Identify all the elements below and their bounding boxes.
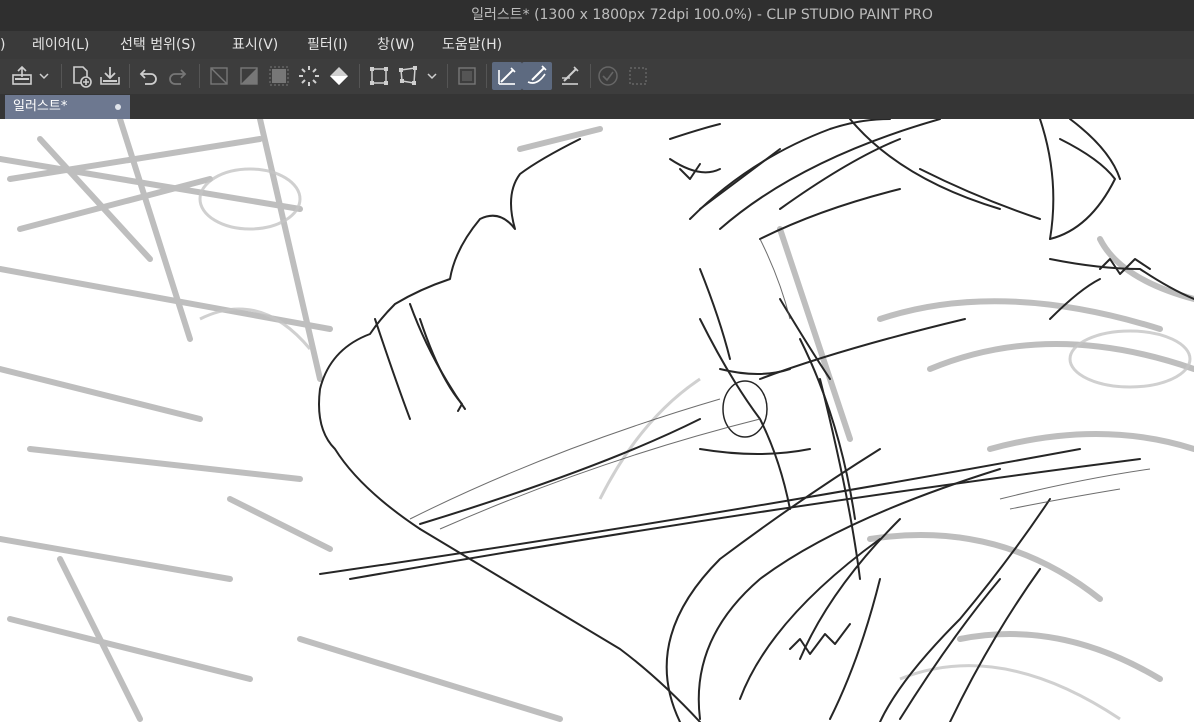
menu-item-view[interactable]: 표시(V) [232,31,278,59]
fill-icon[interactable] [265,62,293,90]
document-tab-bar: 일러스트* [0,94,1194,119]
sketch-layer [0,119,1194,722]
confirm-icon[interactable] [594,62,622,90]
drawing-canvas[interactable] [0,119,1194,722]
layer-property-icon[interactable] [8,62,36,90]
clear-layer-icon[interactable] [205,62,233,90]
menu-item-truncated[interactable]: ) [0,31,5,59]
command-bar [0,59,1194,95]
menu-item-window[interactable]: 창(W) [377,31,415,59]
menu-bar: ) 레이어(L) 선택 범위(S) 표시(V) 필터(I) 창(W) 도움말(H… [0,31,1194,59]
free-transform-icon[interactable] [394,62,422,90]
expand-selection-icon[interactable] [295,62,323,90]
selection-border-icon[interactable] [624,62,652,90]
modified-indicator [115,104,121,110]
tab-illustration[interactable]: 일러스트* [5,95,130,119]
snap-to-ruler-icon[interactable] [492,62,522,90]
fill-bucket-icon[interactable] [325,62,353,90]
menu-item-selection[interactable]: 선택 범위(S) [120,31,196,59]
clear-outside-selection-icon[interactable] [235,62,263,90]
show-selection-icon[interactable] [453,62,481,90]
undo-icon[interactable] [135,62,163,90]
save-icon[interactable] [96,62,124,90]
chevron-down-icon[interactable] [34,62,54,90]
chevron-down-icon[interactable] [422,62,442,90]
tab-label: 일러스트* [13,99,68,114]
title-bar: 일러스트* (1300 x 1800px 72dpi 100.0%) - CLI… [0,0,1194,31]
snap-to-special-ruler-icon[interactable] [522,62,552,90]
new-file-icon[interactable] [67,62,95,90]
menu-item-filter[interactable]: 필터(I) [307,31,348,59]
redo-icon[interactable] [163,62,191,90]
snap-to-grid-icon[interactable] [556,62,584,90]
menu-item-help[interactable]: 도움말(H) [442,31,502,59]
transform-icon[interactable] [365,62,393,90]
menu-item-layer[interactable]: 레이어(L) [32,31,89,59]
window-title: 일러스트* (1300 x 1800px 72dpi 100.0%) - CLI… [471,7,933,23]
